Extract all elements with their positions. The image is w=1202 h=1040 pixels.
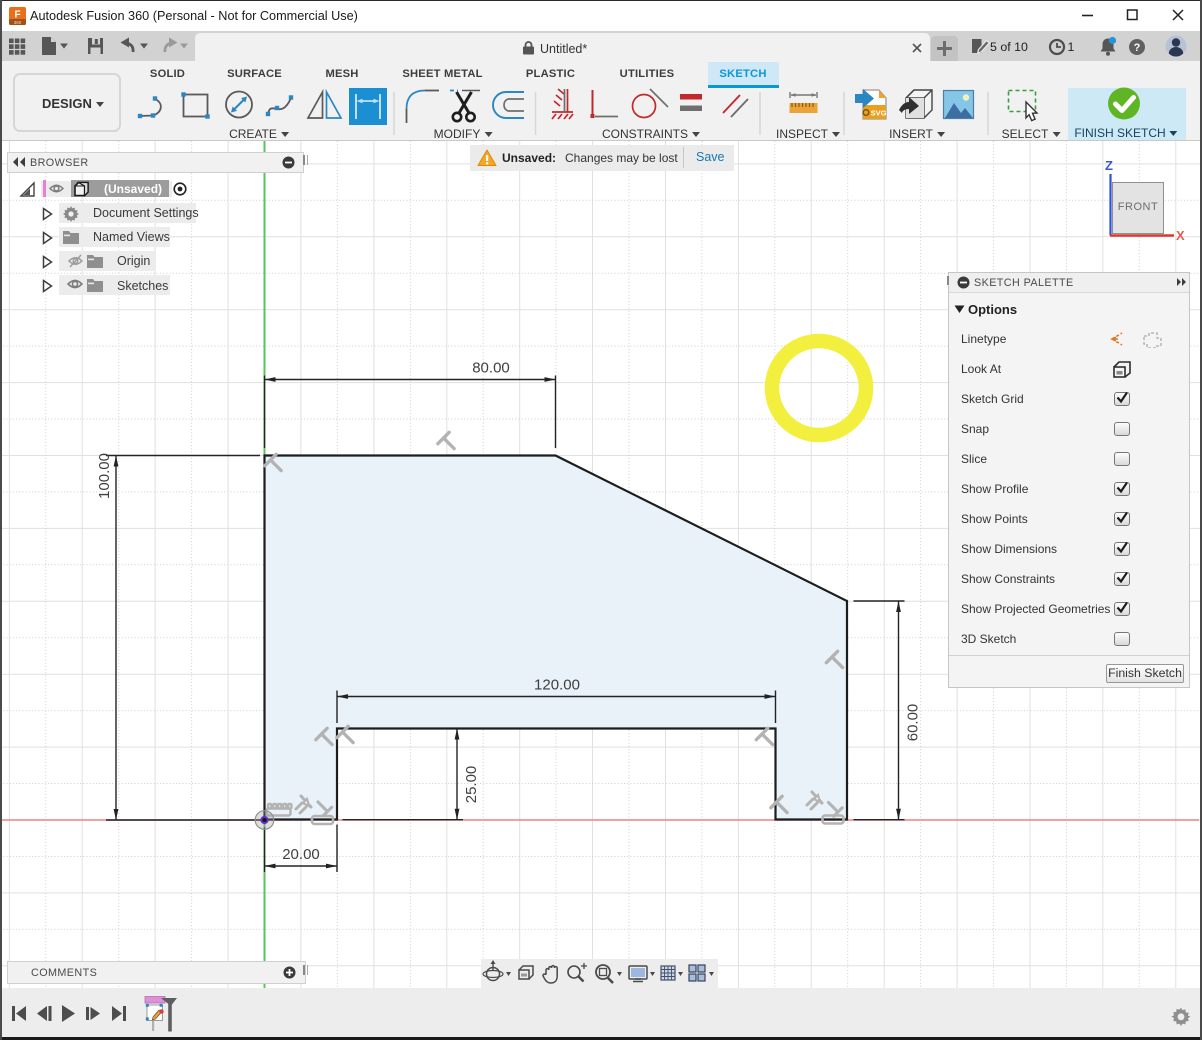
- svg-text:SVG: SVG: [871, 109, 887, 118]
- svg-text:120.00: 120.00: [534, 677, 580, 694]
- svg-text:60.00: 60.00: [905, 704, 922, 742]
- svg-text:F: F: [14, 10, 20, 21]
- svg-text:360: 360: [14, 20, 22, 25]
- svg-text:?: ?: [1134, 42, 1141, 54]
- svg-text:80.00: 80.00: [472, 360, 510, 377]
- svg-text:25.00: 25.00: [463, 766, 480, 804]
- svg-text:Z: Z: [1105, 158, 1113, 173]
- svg-text:X: X: [1176, 228, 1185, 243]
- svg-text:20.00: 20.00: [282, 846, 320, 863]
- svg-text:100.00: 100.00: [96, 453, 113, 499]
